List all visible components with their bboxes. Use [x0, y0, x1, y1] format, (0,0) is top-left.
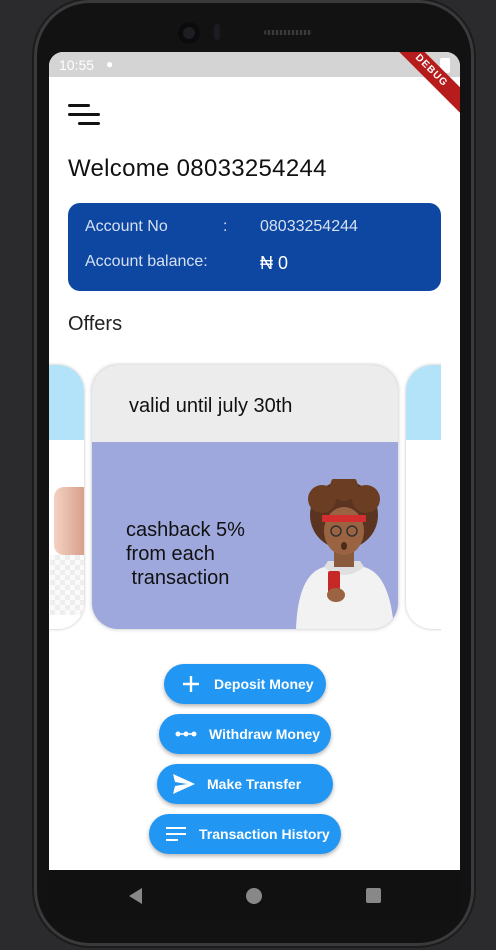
withdraw-money-label: Withdraw Money	[209, 726, 321, 742]
make-transfer-label: Make Transfer	[207, 776, 302, 792]
home-icon[interactable]	[246, 888, 262, 904]
offer-card-previous[interactable]	[49, 365, 84, 629]
recent-apps-icon[interactable]	[366, 888, 381, 903]
deposit-money-button[interactable]: Deposit Money	[164, 664, 326, 704]
offers-heading: Offers	[68, 313, 123, 335]
offer-promo-line: from each	[126, 543, 215, 565]
account-number-value: 08033254244	[260, 218, 358, 235]
account-balance-value: ₦ 0	[260, 253, 289, 273]
earpiece-speaker	[264, 30, 312, 35]
send-icon	[173, 773, 195, 795]
offer-card[interactable]: valid until july 30th cashback 5% from e…	[92, 365, 398, 629]
offer-promo-line: cashback 5%	[126, 519, 245, 541]
system-nav-bar	[49, 870, 460, 922]
menu-icon[interactable]	[68, 104, 100, 128]
chat-notification-icon: ●	[106, 57, 114, 71]
transaction-history-label: Transaction History	[199, 826, 330, 842]
account-number-label: Account No	[85, 218, 168, 235]
offer-valid-text: valid until july 30th	[129, 395, 293, 417]
offer-person-image	[296, 479, 394, 629]
transaction-history-button[interactable]: Transaction History	[149, 814, 341, 854]
sensor	[214, 24, 220, 40]
status-bar: 10:55 ●	[49, 52, 460, 77]
deposit-money-label: Deposit Money	[214, 676, 314, 692]
account-balance-label: Account balance:	[85, 253, 208, 270]
offer-promo-text: cashback 5% from each transaction	[126, 518, 245, 590]
status-time: 10:55	[59, 57, 95, 73]
list-icon	[165, 823, 187, 845]
offer-promo-line: transaction	[126, 567, 230, 589]
back-icon[interactable]	[129, 888, 142, 904]
offers-carousel[interactable]: valid until july 30th cashback 5% from e…	[49, 362, 441, 633]
dots-icon	[175, 723, 197, 745]
offer-image-previous	[54, 487, 84, 555]
front-camera	[178, 22, 200, 44]
welcome-title: Welcome 08033254244	[68, 155, 327, 182]
plus-icon	[180, 673, 202, 695]
make-transfer-button[interactable]: Make Transfer	[157, 764, 333, 804]
account-number-separator: :	[223, 218, 228, 235]
withdraw-money-button[interactable]: Withdraw Money	[159, 714, 331, 754]
offer-card-next[interactable]	[406, 365, 441, 629]
app-screen: 10:55 ● DEBUG Welcome 08033254244 Accoun…	[49, 52, 460, 922]
account-card: Account No : 08033254244 Account balance…	[68, 203, 441, 291]
